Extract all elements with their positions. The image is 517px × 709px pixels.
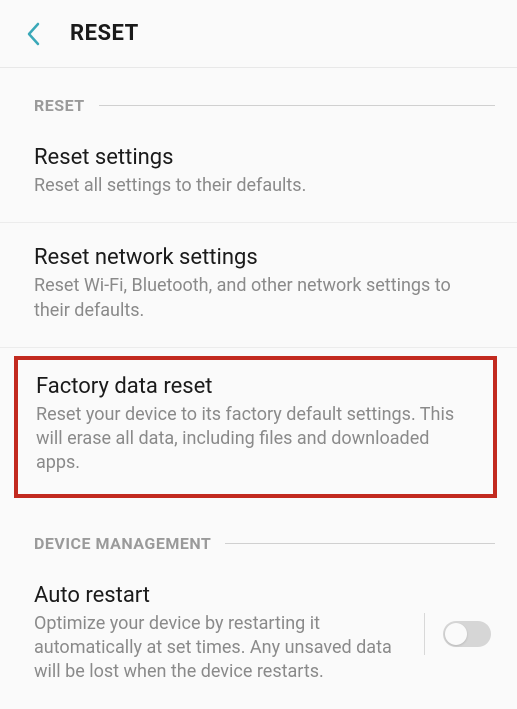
item-desc: Reset Wi-Fi, Bluetooth, and other networ… xyxy=(34,274,483,323)
chevron-left-icon xyxy=(26,22,40,46)
item-desc: Optimize your device by restarting it au… xyxy=(34,612,412,685)
section-divider xyxy=(225,543,495,544)
toggle-text-block: Auto restart Optimize your device by res… xyxy=(34,583,424,685)
auto-restart-toggle[interactable] xyxy=(443,621,491,647)
page-title: RESET xyxy=(70,21,139,46)
toggle-knob xyxy=(445,623,467,645)
section-header-reset: RESET xyxy=(0,68,517,115)
back-button[interactable] xyxy=(20,21,46,47)
item-title: Auto restart xyxy=(34,583,412,608)
item-desc: Reset all settings to their defaults. xyxy=(34,174,483,198)
reset-settings-item[interactable]: Reset settings Reset all settings to the… xyxy=(0,123,517,223)
factory-data-reset-item[interactable]: Factory data reset Reset your device to … xyxy=(14,356,497,498)
auto-restart-item[interactable]: Auto restart Optimize your device by res… xyxy=(0,561,517,709)
section-header-device-management: DEVICE MANAGEMENT xyxy=(0,506,517,553)
section-label: RESET xyxy=(34,96,85,115)
section-label: DEVICE MANAGEMENT xyxy=(34,534,211,553)
item-title: Reset network settings xyxy=(34,245,483,270)
item-title: Reset settings xyxy=(34,145,483,170)
reset-network-settings-item[interactable]: Reset network settings Reset Wi-Fi, Blue… xyxy=(0,223,517,348)
vertical-divider xyxy=(424,613,425,655)
content-area: RESET Reset settings Reset all settings … xyxy=(0,68,517,709)
app-header: RESET xyxy=(0,0,517,68)
section-divider xyxy=(99,105,495,106)
item-desc: Reset your device to its factory default… xyxy=(36,403,475,476)
item-title: Factory data reset xyxy=(36,374,475,399)
